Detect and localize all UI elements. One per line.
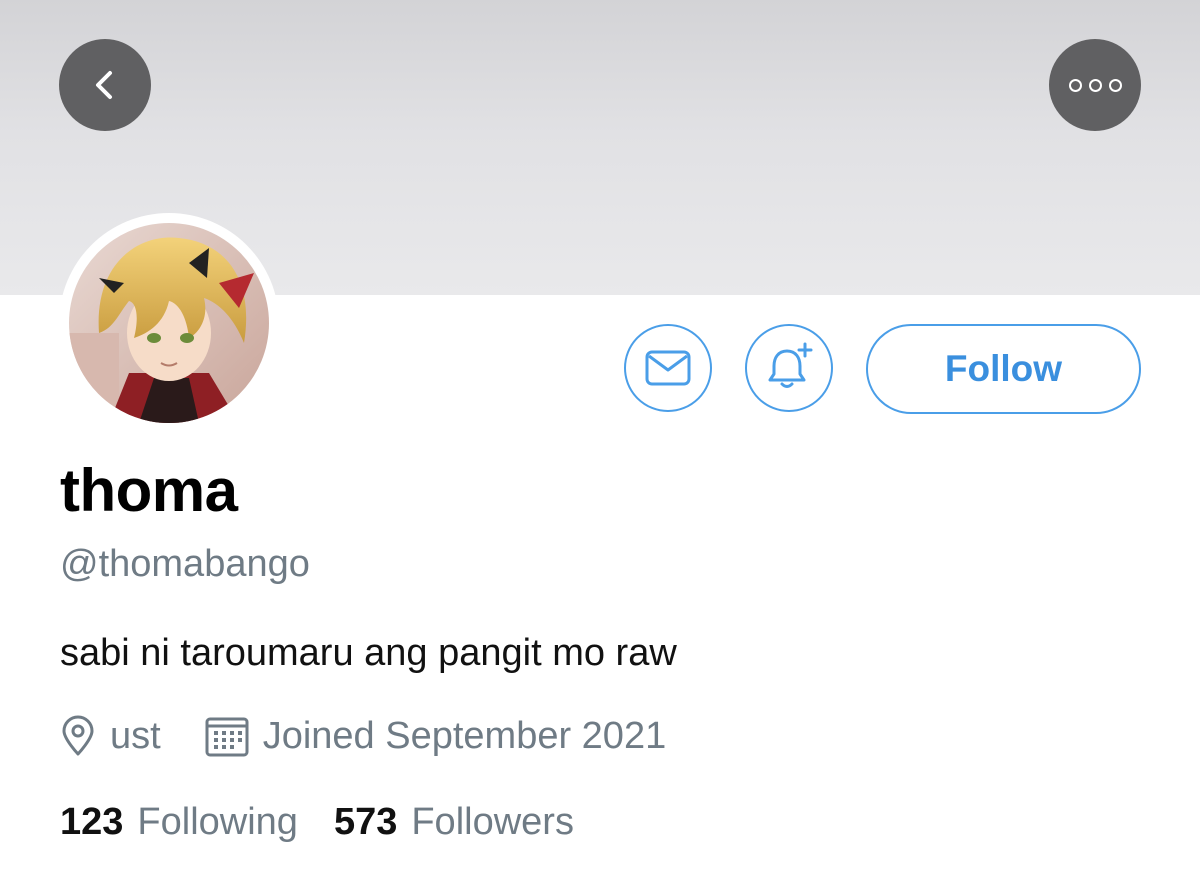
more-horizontal-icon: [1068, 78, 1122, 92]
location-pin-icon: [60, 715, 96, 757]
envelope-icon: [645, 350, 691, 386]
following-label[interactable]: Following: [137, 801, 298, 844]
display-name: thoma: [60, 457, 238, 524]
avatar-frame: [59, 213, 279, 433]
chevron-left-icon: [96, 71, 112, 99]
calendar-icon: [205, 715, 249, 757]
following-count[interactable]: 123: [60, 801, 123, 844]
more-options-button[interactable]: [1049, 39, 1141, 131]
message-button[interactable]: [624, 324, 712, 412]
profile-meta: ust Joined September 2021: [60, 712, 666, 760]
back-button[interactable]: [59, 39, 151, 131]
user-handle: @thomabango: [60, 543, 310, 585]
avatar-image: [69, 223, 269, 423]
followers-label[interactable]: Followers: [411, 801, 574, 844]
joined-date: Joined September 2021: [262, 714, 667, 757]
follow-button[interactable]: Follow: [866, 324, 1141, 414]
profile-bio: sabi ni taroumaru ang pangit mo raw: [60, 632, 677, 674]
avatar[interactable]: [69, 223, 269, 423]
followers-count[interactable]: 573: [334, 801, 397, 844]
bell-plus-icon: [768, 342, 813, 388]
notifications-button[interactable]: [745, 324, 833, 412]
follow-stats: 123 Following 573 Followers: [60, 801, 610, 844]
location-text: ust: [110, 714, 161, 757]
